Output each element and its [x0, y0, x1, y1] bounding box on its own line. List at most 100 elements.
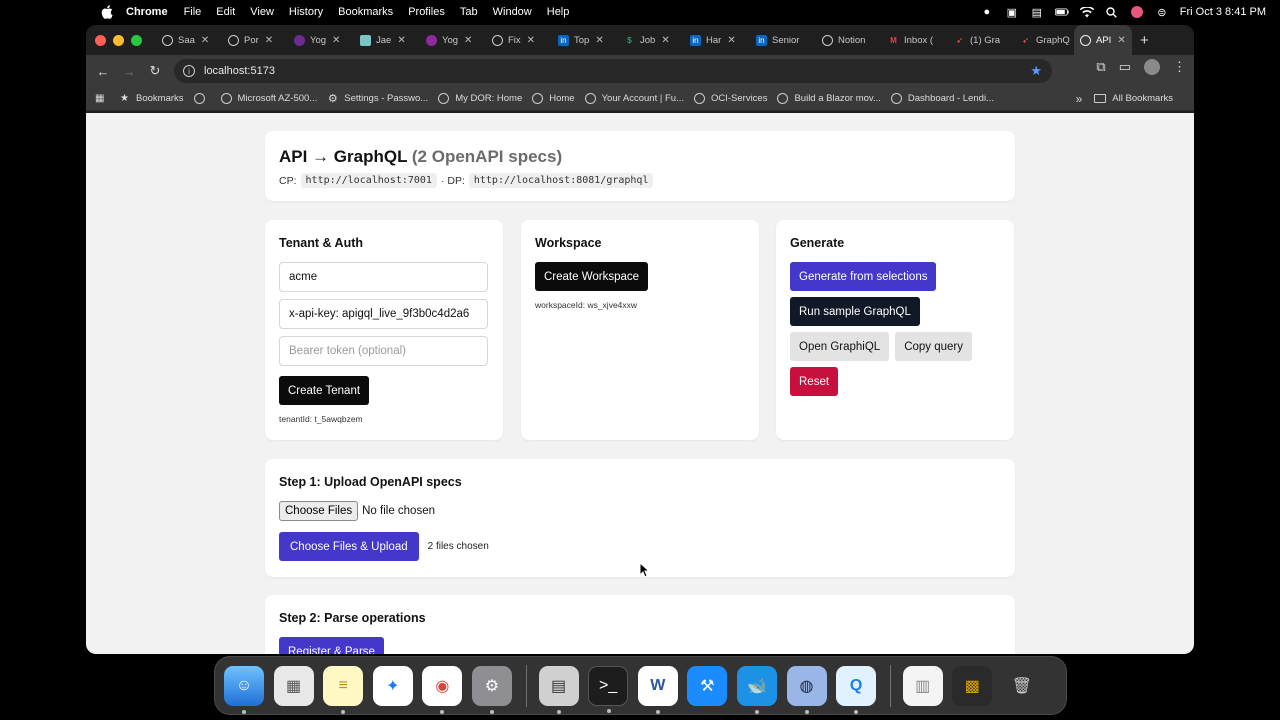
search-icon[interactable]: [1105, 6, 1119, 18]
launchpad-icon[interactable]: ▦: [273, 665, 314, 706]
generate-from-selections-button[interactable]: Generate from selections: [790, 262, 937, 291]
battery-icon[interactable]: [1054, 6, 1069, 18]
user-avatar-icon[interactable]: [1130, 6, 1144, 18]
trash-icon[interactable]: 🗑: [1002, 666, 1042, 706]
forward-arrow-icon[interactable]: →: [116, 58, 142, 84]
menu-kebab-icon[interactable]: ⋮: [1173, 59, 1186, 75]
calculator-icon[interactable]: ▤: [538, 665, 579, 714]
tab-6[interactable]: in Top ✕: [552, 25, 618, 55]
clock[interactable]: Fri Oct 3 8:41 PM: [1180, 6, 1266, 18]
cast-icon[interactable]: ▭: [1119, 59, 1131, 75]
tab-5[interactable]: Fix ✕: [486, 25, 552, 55]
menu-history[interactable]: History: [289, 6, 323, 18]
site-info-icon[interactable]: i: [183, 65, 195, 77]
close-tab-icon[interactable]: ✕: [265, 35, 273, 46]
back-arrow-icon[interactable]: ←: [90, 58, 116, 84]
menu-edit[interactable]: Edit: [216, 6, 235, 18]
tab-3[interactable]: Jae ✕: [354, 25, 420, 55]
reset-button[interactable]: Reset: [790, 367, 839, 396]
tab-7[interactable]: $ Job ✕: [618, 25, 684, 55]
tab-10[interactable]: Notion: [816, 25, 882, 55]
screenshot-icon[interactable]: ▩: [952, 665, 993, 706]
sim-icon[interactable]: ◍: [786, 665, 827, 714]
finder-icon[interactable]: ☺: [224, 665, 264, 714]
bookmark-item[interactable]: Your Account | Fu...: [584, 93, 684, 104]
tab-9[interactable]: in Senior: [750, 25, 816, 55]
close-tab-icon[interactable]: ✕: [727, 35, 735, 46]
bookmark-item[interactable]: ★ Bookmarks: [119, 93, 184, 104]
word-icon[interactable]: W: [637, 665, 678, 714]
choose-files-upload-button[interactable]: Choose Files & Upload: [279, 532, 419, 561]
profile-avatar[interactable]: [1144, 59, 1160, 75]
tab-0[interactable]: Saa ✕: [156, 25, 222, 55]
menu-app-name[interactable]: Chrome: [126, 6, 168, 18]
address-bar[interactable]: i localhost:5173 ★: [174, 59, 1052, 83]
tab-13[interactable]: ➶ GraphQ: [1014, 25, 1074, 55]
document-icon[interactable]: ▥: [902, 665, 943, 706]
tab-active-api[interactable]: API ✕: [1074, 25, 1132, 55]
menu-file[interactable]: File: [184, 6, 202, 18]
close-tab-icon[interactable]: ✕: [661, 35, 669, 46]
reload-icon[interactable]: ↻: [142, 58, 168, 84]
bookmark-item[interactable]: [193, 93, 211, 104]
close-tab-icon[interactable]: ✕: [527, 35, 535, 46]
menu-profiles[interactable]: Profiles: [408, 6, 445, 18]
notes-icon[interactable]: ≡: [323, 665, 364, 714]
create-tenant-button[interactable]: Create Tenant: [279, 376, 370, 405]
menu-tab[interactable]: Tab: [460, 6, 478, 18]
register-parse-button[interactable]: Register & Parse: [279, 637, 384, 654]
menu-window[interactable]: Window: [493, 6, 532, 18]
close-tab-icon[interactable]: ✕: [201, 35, 209, 46]
run-sample-graphql-button[interactable]: Run sample GraphQL: [790, 297, 920, 326]
tab-12[interactable]: ➶ (1) Gra: [948, 25, 1014, 55]
create-workspace-button[interactable]: Create Workspace: [535, 262, 649, 291]
control-center-icon[interactable]: ⊜: [1155, 6, 1169, 19]
tab-1[interactable]: Por ✕: [222, 25, 288, 55]
extensions-icon[interactable]: ⧉: [1096, 59, 1105, 75]
open-graphiql-button[interactable]: Open GraphiQL: [790, 332, 890, 361]
clipboard-icon[interactable]: ▤: [1030, 6, 1044, 19]
choose-files-button[interactable]: Choose Files: [279, 501, 359, 521]
tab-4[interactable]: Yog ✕: [420, 25, 486, 55]
record-icon[interactable]: ●: [980, 6, 994, 18]
close-tab-icon[interactable]: ✕: [1117, 35, 1125, 46]
tenant-name-input[interactable]: acme: [279, 262, 488, 292]
bookmark-star-icon[interactable]: ★: [1030, 63, 1042, 79]
menu-view[interactable]: View: [250, 6, 274, 18]
bearer-token-input[interactable]: Bearer token (optional): [279, 336, 488, 366]
api-key-input[interactable]: x-api-key: apigql_live_9f3b0c4d2a6: [279, 299, 488, 329]
chevron-right-icon[interactable]: »: [1076, 92, 1083, 106]
minimize-window-button[interactable]: [113, 34, 124, 46]
close-tab-icon[interactable]: ✕: [464, 35, 472, 46]
docker-status-icon[interactable]: ▣: [1005, 6, 1019, 19]
settings-icon[interactable]: ⚙: [471, 665, 512, 714]
bookmark-item[interactable]: Dashboard - Lendi...: [890, 93, 994, 104]
chrome-icon[interactable]: ◉: [422, 665, 463, 714]
bookmark-item[interactable]: My DOR: Home: [438, 93, 522, 104]
quicktime-icon[interactable]: Q: [836, 665, 877, 714]
close-tab-icon[interactable]: ✕: [332, 35, 340, 46]
tab-8[interactable]: in Har ✕: [684, 25, 750, 55]
terminal-icon[interactable]: >_: [588, 665, 629, 713]
safari-icon[interactable]: ✦: [372, 665, 413, 706]
close-tab-icon[interactable]: ✕: [397, 35, 405, 46]
bookmark-item[interactable]: Home: [532, 93, 575, 104]
bookmark-item[interactable]: OCI-Services: [693, 93, 767, 104]
xcode-icon[interactable]: ⚒: [687, 665, 728, 706]
file-input[interactable]: Choose Files No file chosen: [279, 501, 1001, 521]
new-tab-button[interactable]: +: [1140, 32, 1149, 49]
bookmark-item[interactable]: Microsoft AZ-500...: [220, 93, 317, 104]
bookmark-item[interactable]: Build a Blazor mov...: [777, 93, 881, 104]
tab-2[interactable]: Yog ✕: [288, 25, 354, 55]
menu-help[interactable]: Help: [547, 6, 570, 18]
apps-grid-icon[interactable]: ▦: [95, 93, 107, 105]
menu-bookmarks[interactable]: Bookmarks: [338, 6, 393, 18]
all-bookmarks-button[interactable]: All Bookmarks: [1094, 93, 1173, 104]
bookmark-item[interactable]: ⚙ Settings - Passwo...: [327, 93, 428, 105]
copy-query-button[interactable]: Copy query: [895, 332, 972, 361]
wifi-icon[interactable]: [1079, 6, 1094, 18]
close-window-button[interactable]: [95, 34, 106, 46]
maximize-window-button[interactable]: [131, 34, 142, 46]
docker-icon[interactable]: 🐋: [736, 665, 777, 714]
close-tab-icon[interactable]: ✕: [595, 35, 603, 46]
